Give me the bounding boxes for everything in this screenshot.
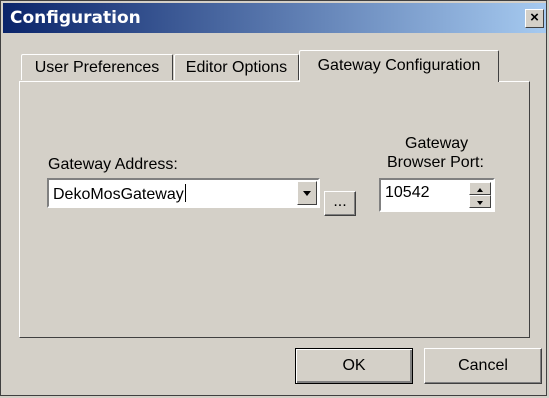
gateway-address-value[interactable]: DekoMosGateway — [53, 184, 186, 204]
arrow-down-icon — [477, 201, 483, 205]
tab-label: Gateway Configuration — [317, 57, 481, 74]
gateway-address-combo[interactable]: DekoMosGateway — [47, 178, 320, 208]
spin-down-button[interactable] — [469, 195, 491, 208]
ok-label: OK — [342, 357, 366, 374]
gateway-port-label-line2: Browser Port: — [387, 154, 484, 171]
window-title: Configuration — [10, 8, 141, 28]
text-caret — [184, 184, 186, 202]
dropdown-button[interactable] — [297, 181, 317, 205]
tab-editor-options[interactable]: Editor Options — [174, 54, 299, 80]
browse-label: ... — [333, 193, 347, 210]
title-bar[interactable]: Configuration × — [3, 3, 546, 33]
tab-gateway-configuration[interactable]: Gateway Configuration — [299, 50, 499, 82]
configuration-dialog: Configuration × User Preferences Editor … — [0, 0, 547, 396]
tab-label: User Preferences — [34, 59, 160, 76]
close-button[interactable]: × — [525, 9, 544, 28]
tab-user-preferences[interactable]: User Preferences — [21, 54, 173, 80]
cancel-label: Cancel — [458, 357, 508, 374]
close-icon: × — [530, 9, 539, 26]
gateway-port-label-line1: Gateway — [405, 135, 469, 152]
gateway-address-label: Gateway Address: — [48, 156, 178, 173]
tab-label: Editor Options — [185, 59, 288, 76]
gateway-port-value[interactable]: 10542 — [385, 184, 430, 202]
chevron-down-icon — [303, 191, 311, 196]
spin-up-button[interactable] — [469, 182, 491, 195]
ok-button[interactable]: OK — [295, 348, 413, 384]
gateway-port-spinner[interactable]: 10542 — [379, 178, 495, 212]
browse-button[interactable]: ... — [324, 191, 356, 216]
cancel-button[interactable]: Cancel — [424, 348, 542, 384]
